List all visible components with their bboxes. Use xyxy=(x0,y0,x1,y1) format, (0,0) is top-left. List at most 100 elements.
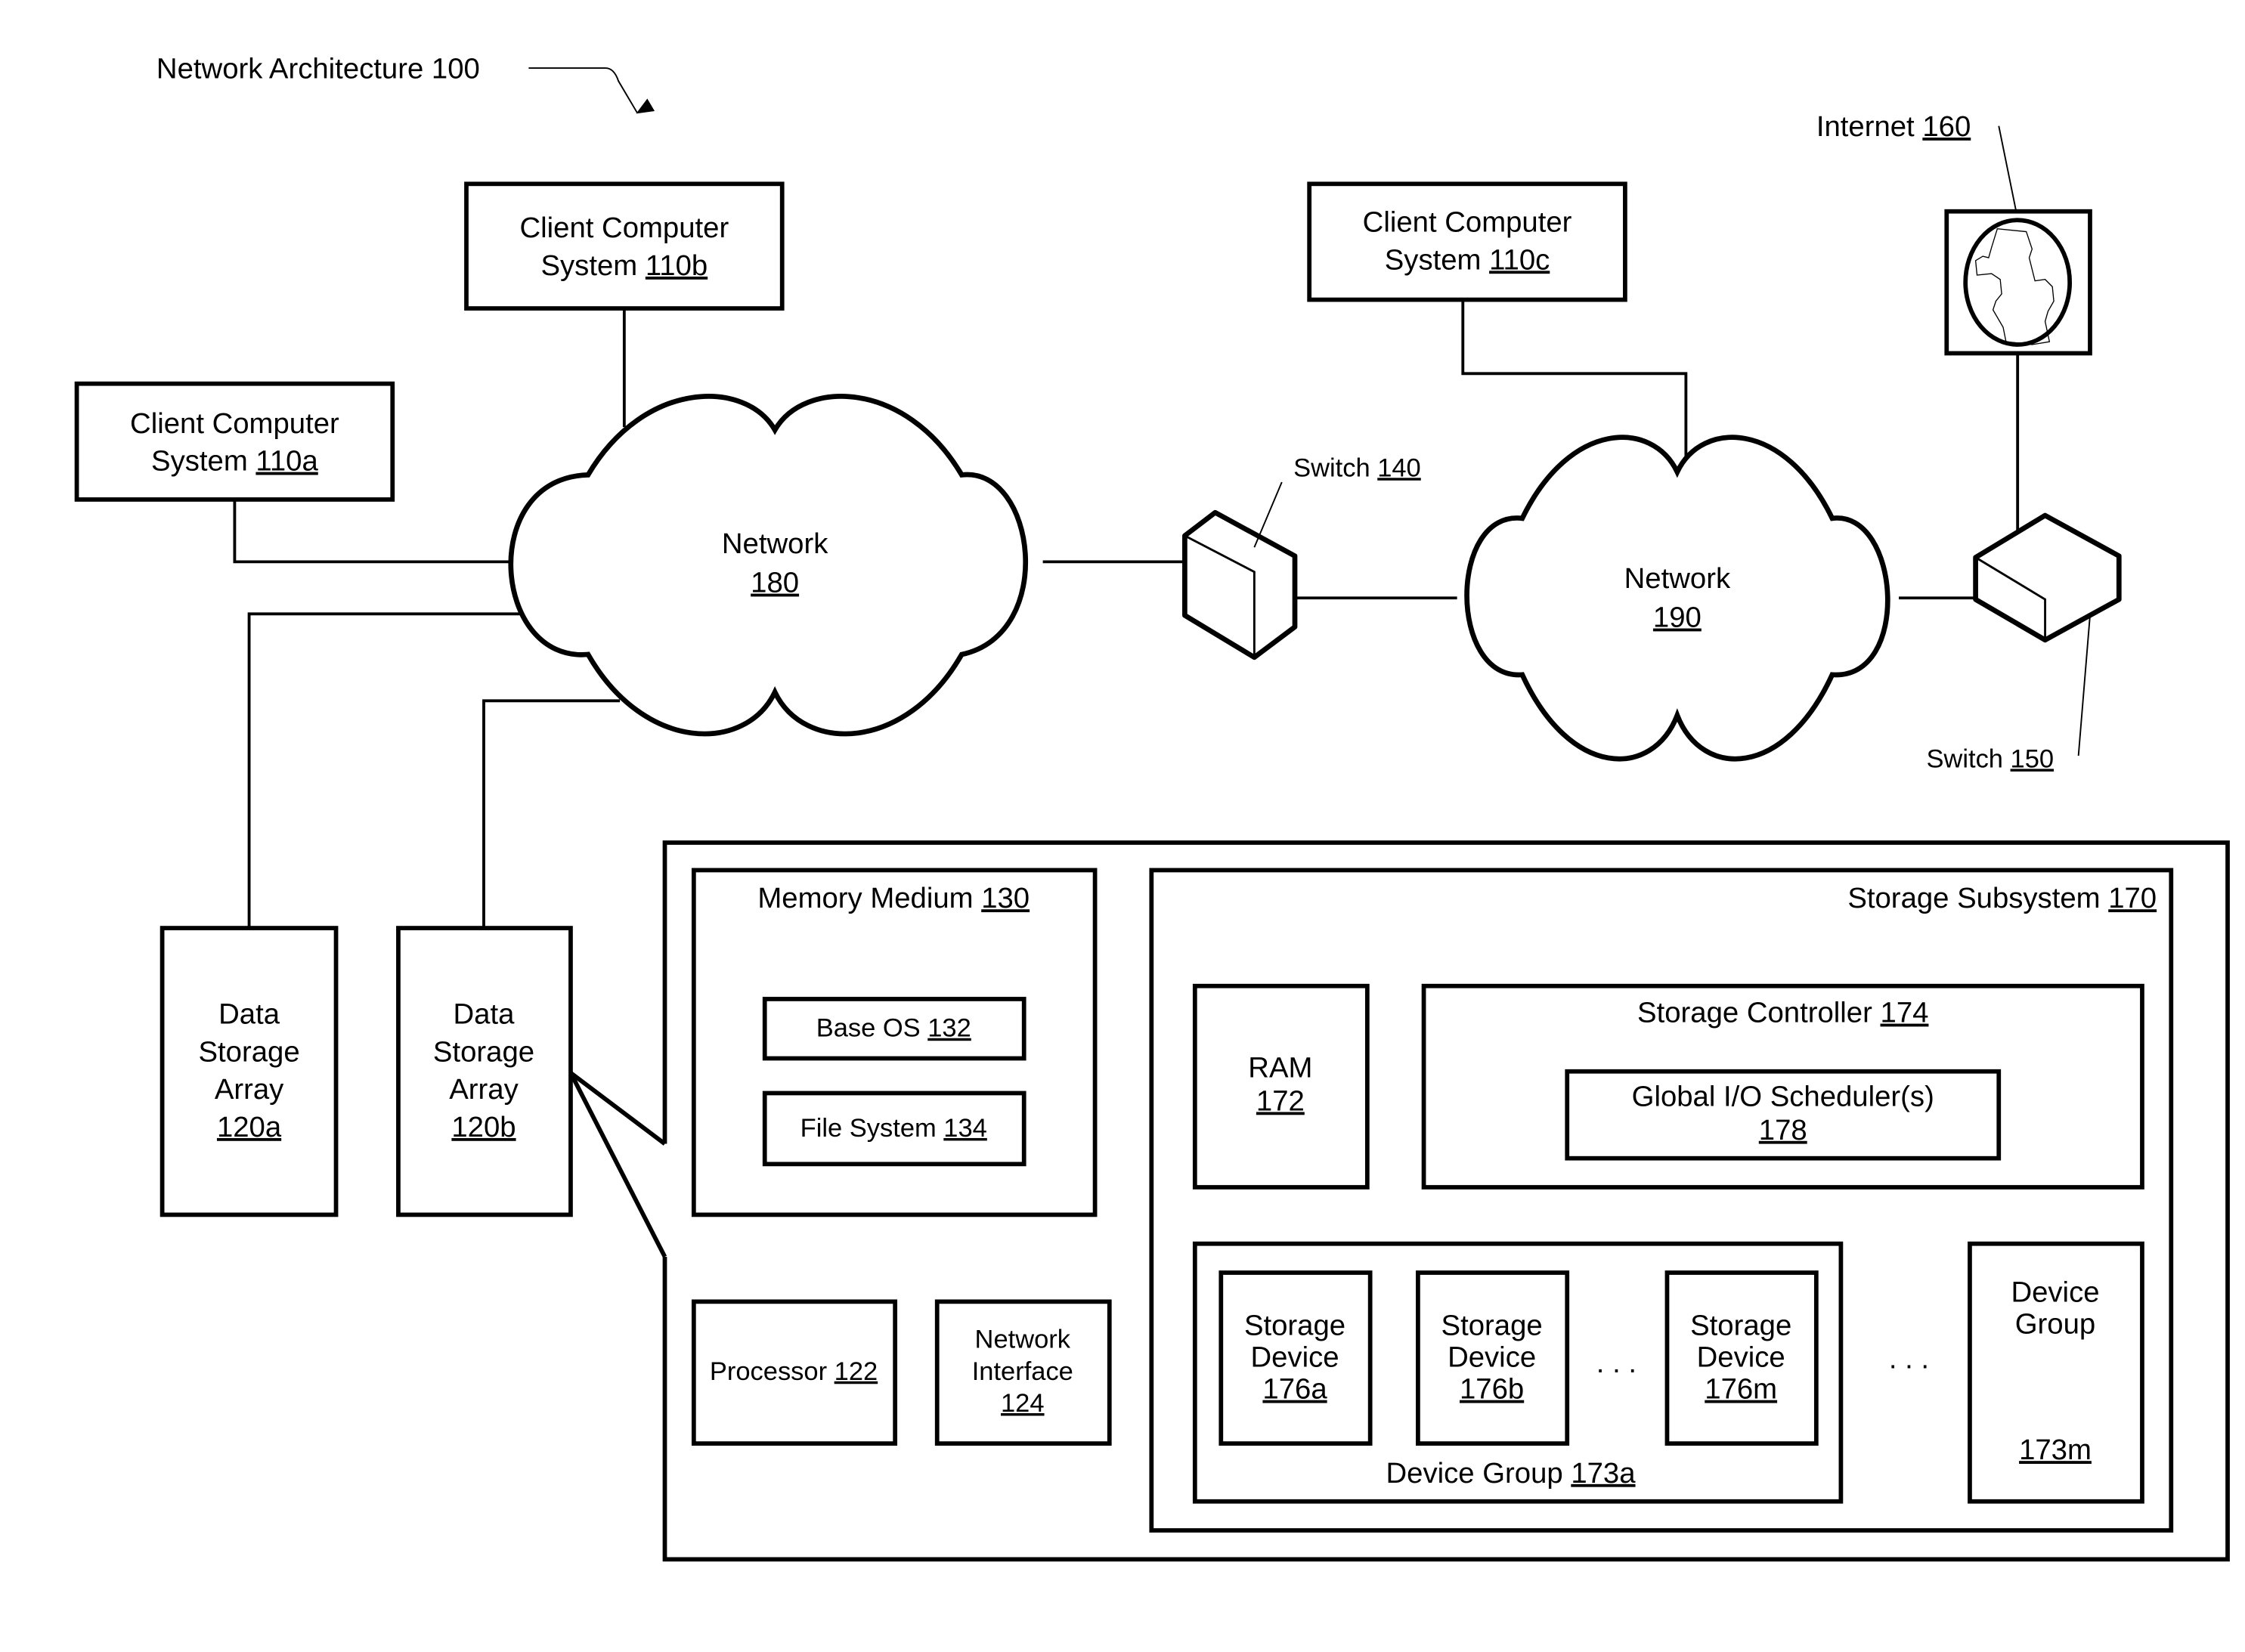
internet-ref: 160 xyxy=(1922,110,1971,143)
dsa-120a-line1: Data xyxy=(218,998,280,1031)
storage-subsystem-ref: 170 xyxy=(2108,882,2157,914)
dsa-120a-line2: Storage xyxy=(198,1035,299,1068)
data-storage-array-120b[interactable]: Data Storage Array 120b xyxy=(396,926,573,1217)
svg-text:Base OS 132: Base OS 132 xyxy=(816,1014,971,1043)
file-system-label: File System xyxy=(800,1114,937,1143)
storage-device-176a[interactable]: Storage Device 176a xyxy=(1218,1270,1373,1446)
storage-subsystem-label: Storage Subsystem xyxy=(1847,882,2100,914)
dsa-120b-line2: Storage xyxy=(433,1035,534,1068)
cloud-icon xyxy=(1464,435,1890,762)
svg-text:Internet 160: Internet 160 xyxy=(1816,110,1971,143)
svg-text:Device Group 173a: Device Group 173a xyxy=(1386,1457,1637,1490)
memory-medium-label: Memory Medium xyxy=(757,882,973,914)
sd-176m-line1: Storage xyxy=(1690,1309,1791,1341)
switch-150-leader xyxy=(2077,615,2091,756)
switch-150[interactable]: Switch 150 xyxy=(1926,512,2122,773)
internet-leader xyxy=(1998,125,2017,212)
internet-160[interactable]: Internet 160 xyxy=(1816,110,2092,356)
network-interface-124[interactable]: Network Interface 124 xyxy=(934,1299,1112,1446)
svg-text:Memory Medium 130: Memory Medium 130 xyxy=(757,882,1030,914)
device-group-173m-line2: Group xyxy=(2015,1308,2095,1341)
switch-140-label: Switch xyxy=(1293,453,1370,482)
device-group-173a[interactable]: Storage Device 176a Storage Device 176b … xyxy=(1192,1241,1844,1504)
device-group-173m-ref: 173m xyxy=(2019,1434,2092,1466)
processor-122[interactable]: Processor 122 xyxy=(691,1299,898,1446)
switch-icon xyxy=(1973,512,2122,643)
sd-176m-line2: Device xyxy=(1697,1341,1785,1374)
device-ellipsis: . . . xyxy=(1596,1347,1637,1379)
client-110b-line2: System xyxy=(541,249,638,282)
ram-172[interactable]: RAM 172 xyxy=(1192,983,1370,1190)
client-110b-line1: Client Computer xyxy=(519,212,729,244)
memory-medium-130[interactable]: Memory Medium 130 Base OS 132 File Syste… xyxy=(691,868,1098,1217)
figure-title: Network Architecture 100 xyxy=(156,52,655,114)
svg-text:Storage Subsystem 170: Storage Subsystem 170 xyxy=(1847,882,2157,914)
storage-controller-label: Storage Controller xyxy=(1637,997,1872,1029)
callout-line-lower xyxy=(568,1072,667,1258)
svg-text:System 110c: System 110c xyxy=(1385,243,1550,276)
network-180-ref: 180 xyxy=(751,567,799,599)
dsa-120b-line3: Array xyxy=(449,1073,519,1106)
svg-text:Processor 122: Processor 122 xyxy=(710,1357,878,1386)
switch-140[interactable]: Switch 140 xyxy=(1182,453,1421,660)
switch-140-leader xyxy=(1253,481,1283,548)
network-180-label: Network xyxy=(722,527,828,560)
svg-text:Switch 150: Switch 150 xyxy=(1926,744,2054,773)
dsa-120b-ref: 120b xyxy=(451,1111,516,1143)
wire-120a-to-180 xyxy=(247,612,529,929)
base-os-ref: 132 xyxy=(927,1014,971,1043)
sd-176a-line2: Device xyxy=(1250,1341,1339,1374)
client-computer-110c[interactable]: Client Computer System 110c xyxy=(1307,181,1627,302)
client-110b-ref: 110b xyxy=(646,249,708,282)
client-110a-line2: System xyxy=(151,445,248,478)
sd-176a-ref: 176a xyxy=(1262,1373,1327,1406)
svg-text:Switch 140: Switch 140 xyxy=(1293,453,1421,482)
switch-icon xyxy=(1182,509,1298,660)
internet-label: Internet xyxy=(1816,110,1915,143)
switch-150-ref: 150 xyxy=(2011,744,2055,773)
dsa-120a-ref: 120a xyxy=(217,1111,282,1143)
global-io-scheduler-178[interactable]: Global I/O Scheduler(s) 178 xyxy=(1565,1069,2002,1161)
client-computer-110b[interactable]: Client Computer System 110b xyxy=(464,181,785,311)
ram-ref: 172 xyxy=(1256,1084,1305,1117)
storage-device-176b[interactable]: Storage Device 176b xyxy=(1416,1270,1570,1446)
memory-medium-ref: 130 xyxy=(981,882,1030,914)
switch-140-ref: 140 xyxy=(1377,453,1421,482)
svg-text:File System 134: File System 134 xyxy=(800,1114,987,1143)
title-ref: 100 xyxy=(432,52,480,85)
client-110c-line1: Client Computer xyxy=(1363,206,1572,239)
network-180-cloud[interactable]: Network 180 xyxy=(508,394,1029,737)
client-computer-110a[interactable]: Client Computer System 110a xyxy=(74,381,395,502)
callout-line-upper xyxy=(569,1071,667,1146)
client-110a-ref: 110a xyxy=(255,445,318,478)
client-110c-line2: System xyxy=(1385,243,1482,276)
processor-label: Processor xyxy=(710,1357,827,1386)
dsa-120b-detail-panel: Memory Medium 130 Base OS 132 File Syste… xyxy=(662,840,2230,1562)
file-system-134[interactable]: File System 134 xyxy=(762,1091,1027,1167)
svg-text:System 110a: System 110a xyxy=(151,445,318,478)
network-interface-line2: Interface xyxy=(972,1357,1073,1386)
storage-device-176m[interactable]: Storage Device 176m xyxy=(1664,1270,1819,1446)
device-group-173a-label: Device Group xyxy=(1386,1457,1563,1490)
client-110c-ref: 110c xyxy=(1489,243,1550,276)
base-os-label: Base OS xyxy=(816,1014,921,1043)
dsa-120a-line3: Array xyxy=(215,1073,284,1106)
processor-ref: 122 xyxy=(835,1357,878,1386)
storage-subsystem-170[interactable]: Storage Subsystem 170 RAM 172 Storage Co… xyxy=(1149,868,2174,1533)
network-interface-ref: 124 xyxy=(1001,1389,1045,1418)
base-os-132[interactable]: Base OS 132 xyxy=(762,997,1027,1061)
network-190-cloud[interactable]: Network 190 xyxy=(1464,435,1890,762)
device-group-ellipsis: . . . xyxy=(1889,1342,1929,1375)
storage-controller-174[interactable]: Storage Controller 174 Global I/O Schedu… xyxy=(1421,983,2144,1190)
data-storage-array-120a[interactable]: Data Storage Array 120a xyxy=(159,926,339,1217)
wire-120b-to-180 xyxy=(482,699,621,929)
svg-text:Storage Controller 174: Storage Controller 174 xyxy=(1637,997,1928,1029)
device-group-173m[interactable]: Device Group 173m xyxy=(1968,1241,2144,1504)
sd-176b-line2: Device xyxy=(1448,1341,1536,1374)
svg-text:Network Architecture 100: Network Architecture 100 xyxy=(156,52,480,85)
switch-150-label: Switch xyxy=(1926,744,2003,773)
client-110a-line1: Client Computer xyxy=(130,407,339,440)
cloud-icon xyxy=(508,394,1029,737)
network-interface-line1: Network xyxy=(975,1326,1071,1354)
device-group-173a-ref: 173a xyxy=(1571,1457,1636,1490)
